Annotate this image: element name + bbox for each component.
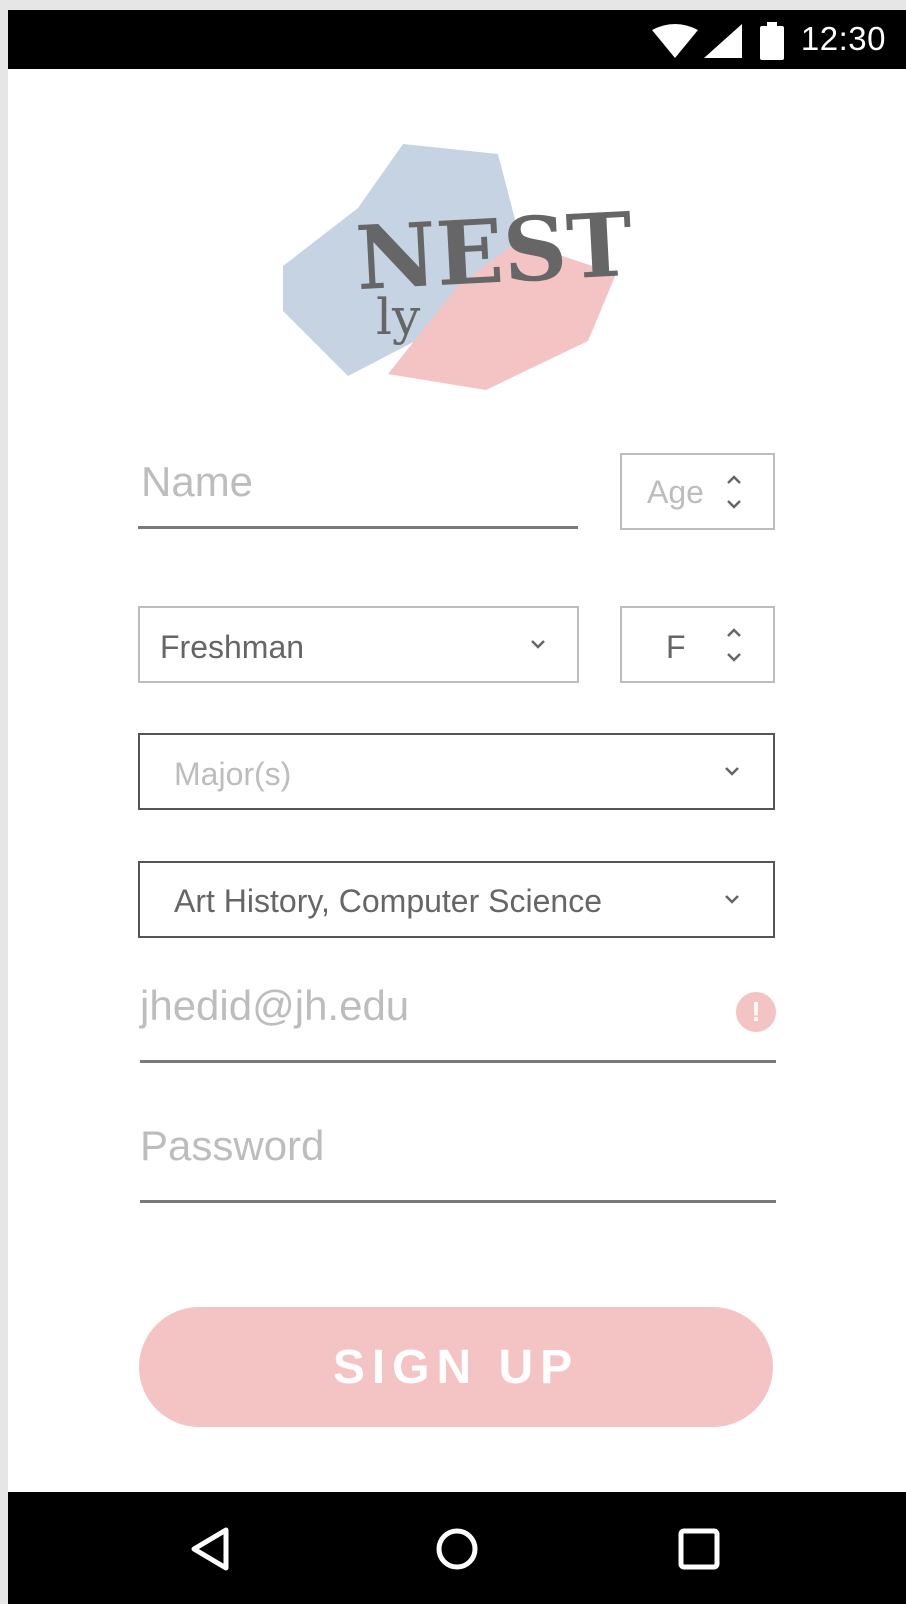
battery-icon [760,22,784,60]
chevron-down-icon [725,895,739,904]
majors-selected-value: Art History, Computer Science [174,883,602,919]
gender-value: F [666,629,686,665]
chevron-down-icon [531,640,545,649]
cell-signal-icon [704,24,742,58]
password-field[interactable]: Password [140,1114,776,1204]
name-underline [138,526,578,529]
home-icon[interactable] [432,1524,482,1574]
wifi-icon [652,24,698,58]
logo-text-sub: ly [376,288,421,346]
majors-selected-dropdown[interactable]: Art History, Computer Science [138,861,775,938]
email-field[interactable]: jhedid@jh.edu [140,974,776,1064]
gender-stepper[interactable]: F [620,606,775,683]
phone-screen: 12:30 NEST ly Name Age Freshman F Major(… [8,10,906,1604]
status-bar: 12:30 [8,10,906,69]
navigation-bar [8,1492,906,1604]
status-time: 12:30 [800,20,886,57]
name-field[interactable]: Name [138,450,578,540]
email-value: jhedid@jh.edu [140,982,410,1029]
password-underline [140,1200,776,1203]
chevron-down-icon [725,767,739,776]
back-icon[interactable] [186,1524,236,1574]
sign-up-button[interactable]: SIGN UP [139,1307,773,1427]
stepper-arrows-icon[interactable] [722,471,746,513]
name-placeholder: Name [141,458,254,505]
majors-placeholder: Major(s) [174,756,292,792]
age-placeholder: Age [647,474,704,510]
year-value: Freshman [160,629,305,665]
recents-icon[interactable] [674,1524,724,1574]
email-underline [140,1060,776,1063]
age-stepper[interactable]: Age [620,453,775,530]
stepper-arrows-icon[interactable] [722,624,746,666]
error-alert-icon: ! [736,992,776,1032]
password-placeholder: Password [140,1122,325,1169]
majors-dropdown[interactable]: Major(s) [138,733,775,810]
nestly-logo: NEST ly [283,144,635,390]
year-dropdown[interactable]: Freshman [138,606,579,683]
